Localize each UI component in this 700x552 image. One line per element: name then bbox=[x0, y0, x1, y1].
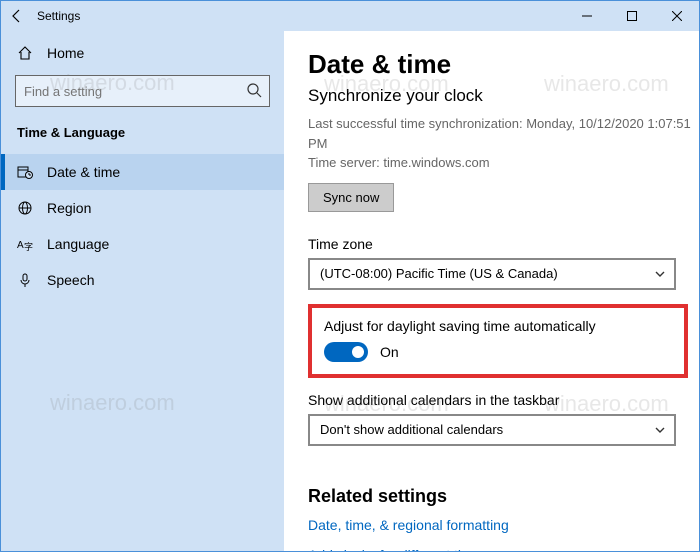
close-button[interactable] bbox=[654, 1, 699, 31]
sidebar-item-speech[interactable]: Speech bbox=[1, 262, 284, 298]
chevron-down-icon bbox=[654, 268, 666, 280]
sync-now-button[interactable]: Sync now bbox=[308, 183, 394, 212]
search-icon[interactable] bbox=[246, 82, 262, 98]
sidebar-item-language[interactable]: A字 Language bbox=[1, 226, 284, 262]
timezone-value: (UTC-08:00) Pacific Time (US & Canada) bbox=[320, 266, 558, 281]
sidebar: Home Time & Language Date & time bbox=[1, 31, 284, 551]
home-button[interactable]: Home bbox=[1, 37, 284, 69]
globe-icon bbox=[17, 200, 33, 216]
maximize-button[interactable] bbox=[609, 1, 654, 31]
category-header: Time & Language bbox=[1, 121, 284, 154]
home-icon bbox=[17, 45, 33, 61]
chevron-down-icon bbox=[654, 424, 666, 436]
additional-calendars-value: Don't show additional calendars bbox=[320, 422, 503, 437]
home-label: Home bbox=[47, 45, 84, 61]
svg-text:字: 字 bbox=[24, 241, 33, 252]
toggle-knob bbox=[352, 346, 364, 358]
sync-heading: Synchronize your clock bbox=[308, 86, 693, 106]
sidebar-item-date-time[interactable]: Date & time bbox=[1, 154, 284, 190]
dst-label: Adjust for daylight saving time automati… bbox=[324, 318, 672, 334]
language-icon: A字 bbox=[17, 236, 33, 252]
microphone-icon bbox=[17, 272, 33, 288]
window-title: Settings bbox=[37, 9, 80, 23]
page-title: Date & time bbox=[308, 49, 693, 80]
time-server-text: Time server: time.windows.com bbox=[308, 153, 693, 173]
search-input[interactable] bbox=[15, 75, 270, 107]
sidebar-item-label: Speech bbox=[47, 272, 94, 288]
related-settings-heading: Related settings bbox=[308, 486, 693, 507]
timezone-select[interactable]: (UTC-08:00) Pacific Time (US & Canada) bbox=[308, 258, 676, 290]
link-regional-formatting[interactable]: Date, time, & regional formatting bbox=[308, 517, 693, 533]
sidebar-item-region[interactable]: Region bbox=[1, 190, 284, 226]
settings-window: Settings Home bbox=[0, 0, 700, 552]
sidebar-item-label: Language bbox=[47, 236, 109, 252]
back-icon[interactable] bbox=[9, 8, 25, 24]
titlebar: Settings bbox=[1, 1, 699, 31]
timezone-label: Time zone bbox=[308, 236, 693, 252]
dst-highlight-box: Adjust for daylight saving time automati… bbox=[308, 304, 688, 378]
sidebar-item-label: Date & time bbox=[47, 164, 120, 180]
calendar-clock-icon bbox=[17, 164, 33, 180]
minimize-button[interactable] bbox=[564, 1, 609, 31]
additional-calendars-select[interactable]: Don't show additional calendars bbox=[308, 414, 676, 446]
link-add-clocks[interactable]: Add clocks for different time zones bbox=[308, 547, 693, 552]
main-content: Date & time Synchronize your clock Last … bbox=[284, 31, 699, 551]
additional-calendars-label: Show additional calendars in the taskbar bbox=[308, 392, 693, 408]
svg-text:A: A bbox=[17, 240, 24, 251]
dst-state: On bbox=[380, 344, 399, 360]
sidebar-item-label: Region bbox=[47, 200, 91, 216]
last-sync-text: Last successful time synchronization: Mo… bbox=[308, 114, 693, 153]
dst-toggle[interactable] bbox=[324, 342, 368, 362]
